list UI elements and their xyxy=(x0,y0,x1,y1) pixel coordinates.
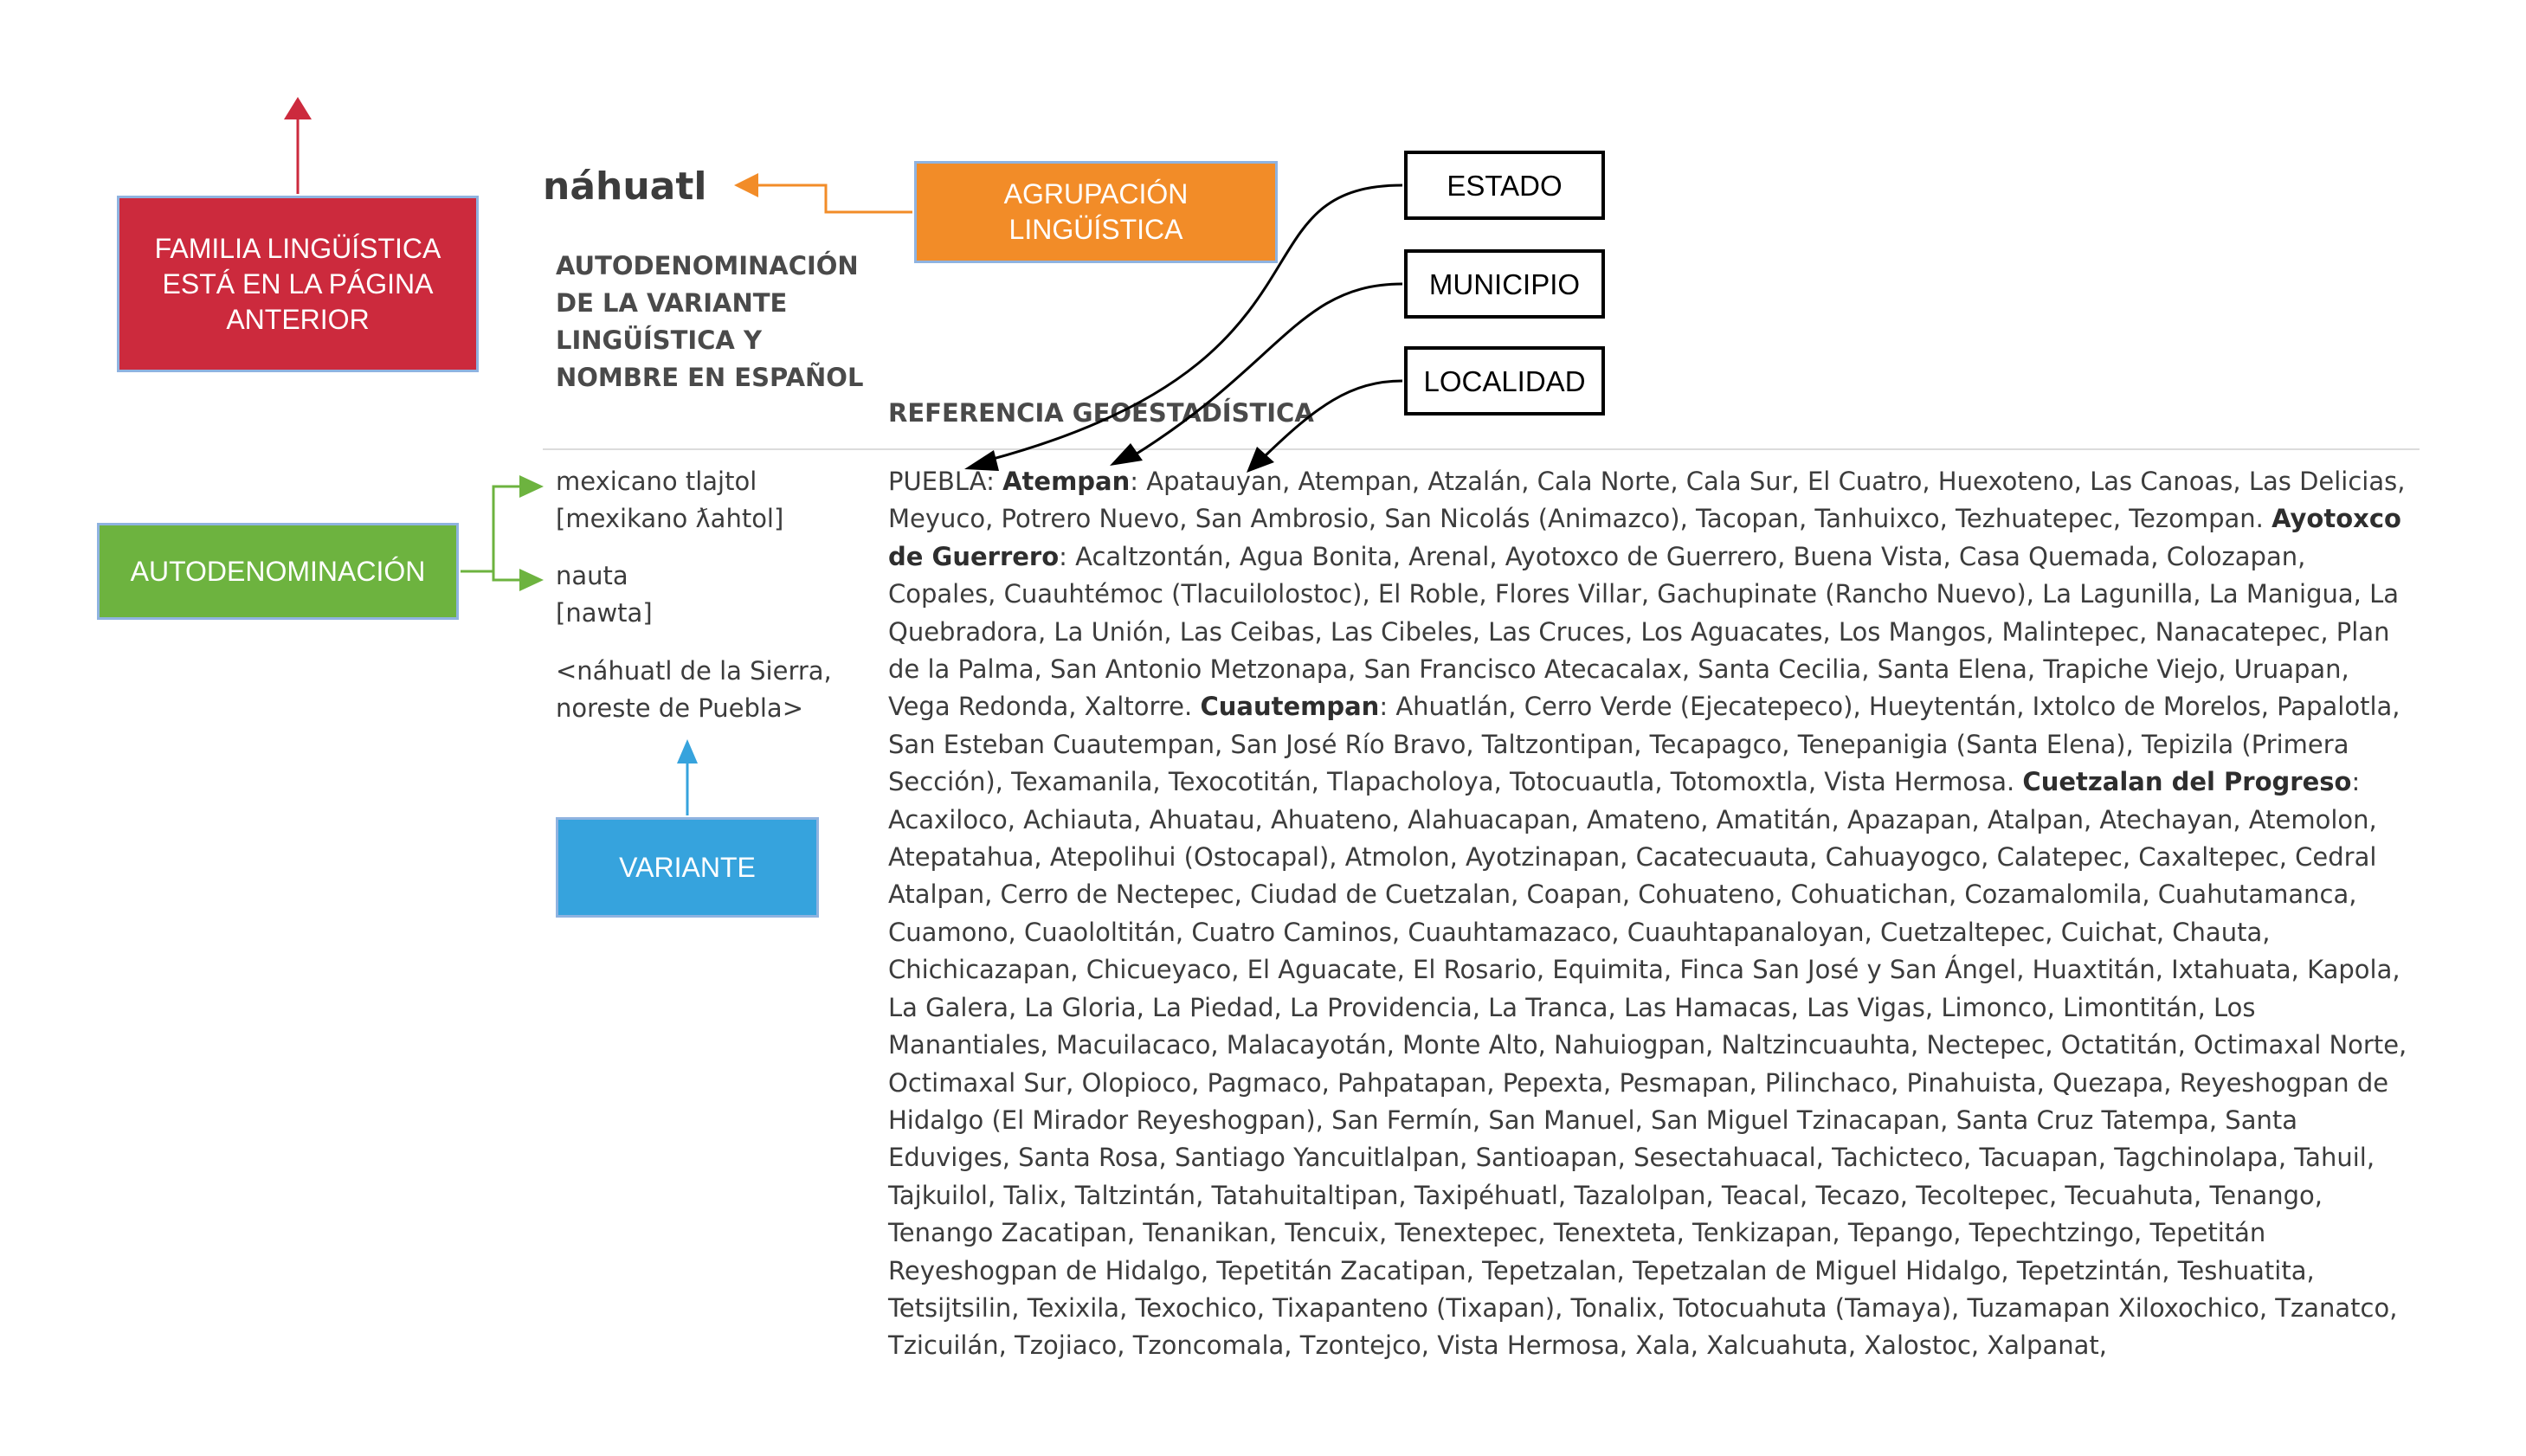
diagram-page: náhuatl AUTODENOMINACIÓN DE LA VARIANTE … xyxy=(0,0,2526,1456)
municipio-arrow xyxy=(1133,282,1403,457)
localidad-arrow xyxy=(1262,379,1403,459)
estado-label: ESTADO xyxy=(1404,151,1605,220)
familia-linguistica-label: FAMILIA LINGÜÍSTICA ESTÁ EN LA PÁGINA AN… xyxy=(117,196,479,372)
autodenominacion-label: AUTODENOMINACIÓN xyxy=(97,523,459,620)
autodenominacion-arrow xyxy=(461,485,523,573)
agrupacion-arrow xyxy=(753,184,912,214)
agrupacion-linguistica-label: AGRUPACIÓN LINGÜÍSTICA xyxy=(914,161,1278,263)
localidad-label: LOCALIDAD xyxy=(1404,346,1605,416)
municipio-label: MUNICIPIO xyxy=(1404,249,1605,319)
variante-label: VARIANTE xyxy=(556,817,819,918)
